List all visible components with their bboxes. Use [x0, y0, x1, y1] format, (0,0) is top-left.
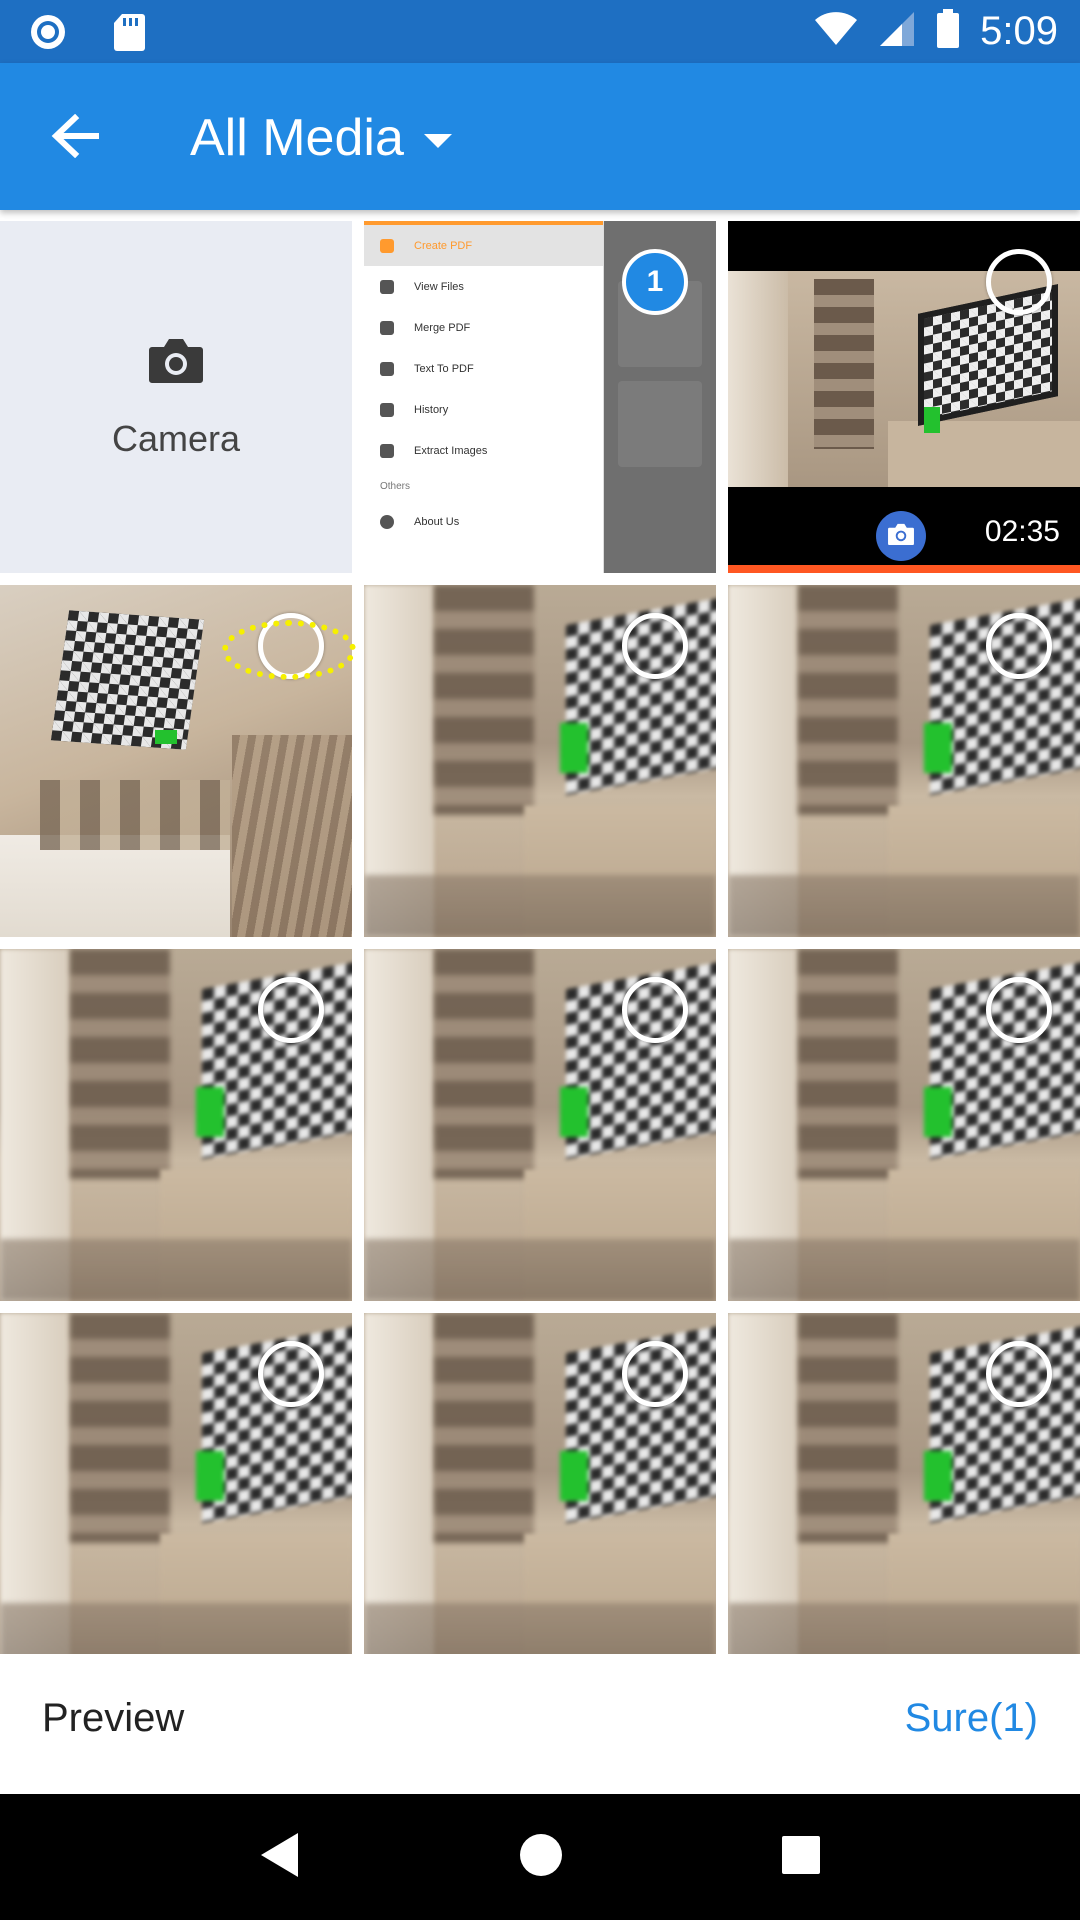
signal-icon [878, 10, 916, 53]
video-progress-bar [728, 565, 1080, 573]
home-circle-icon[interactable] [518, 1832, 564, 1883]
record-icon [28, 12, 68, 57]
caret-down-icon [423, 134, 452, 148]
media-thumbnail[interactable] [728, 585, 1080, 937]
preview-button[interactable]: Preview [42, 1696, 184, 1741]
sd-card-icon [112, 12, 146, 57]
select-circle[interactable] [622, 1341, 688, 1407]
preview-text: About Us [414, 515, 460, 528]
media-thumbnail[interactable] [728, 949, 1080, 1301]
preview-text: Text To PDF [414, 362, 474, 375]
camera-icon [887, 522, 915, 551]
wifi-icon [814, 11, 858, 52]
media-thumbnail[interactable] [364, 585, 716, 937]
camera-label: Camera [111, 417, 241, 459]
system-nav-bar [0, 1794, 1080, 1920]
preview-text: Merge PDF [414, 321, 471, 334]
status-time: 5:09 [980, 9, 1058, 53]
media-thumbnail[interactable] [0, 585, 352, 937]
select-circle[interactable] [986, 613, 1052, 679]
video-camera-badge [876, 511, 926, 561]
select-circle[interactable] [258, 977, 324, 1043]
select-circle[interactable] [622, 613, 688, 679]
preview-text: Extract Images [414, 444, 488, 457]
page-title: All Media [190, 109, 404, 167]
camera-tile[interactable]: Camera [0, 221, 352, 573]
status-bar: 5:09 [0, 0, 1080, 63]
media-thumbnail[interactable] [0, 949, 352, 1301]
media-thumbnail[interactable] [0, 1313, 352, 1665]
media-grid: Camera Create PDF View Files Merge PDF T… [0, 210, 1080, 1665]
back-button[interactable] [40, 103, 110, 173]
media-filter-dropdown[interactable]: All Media [190, 99, 452, 177]
camera-icon [148, 335, 204, 390]
app-bar: All Media [0, 63, 1080, 210]
media-thumbnail-video[interactable]: 02:35 [728, 221, 1080, 573]
select-circle[interactable] [986, 249, 1052, 315]
preview-text: Others [380, 480, 411, 492]
media-thumbnail-screenshot[interactable]: Create PDF View Files Merge PDF Text To … [364, 221, 716, 573]
video-duration: 02:35 [984, 515, 1060, 548]
recents-square-icon[interactable] [780, 1834, 822, 1881]
select-circle[interactable] [986, 1341, 1052, 1407]
media-thumbnail[interactable] [364, 949, 716, 1301]
preview-text: View Files [414, 280, 464, 293]
select-circle[interactable] [258, 1341, 324, 1407]
bottom-action-bar: Preview Sure(1) [0, 1654, 1080, 1794]
arrow-left-icon [51, 113, 100, 163]
confirm-button[interactable]: Sure(1) [905, 1696, 1038, 1741]
select-circle[interactable] [622, 977, 688, 1043]
media-thumbnail[interactable] [728, 1313, 1080, 1665]
select-circle[interactable] [258, 613, 324, 679]
screenshot-preview: Create PDF View Files Merge PDF Text To … [364, 221, 604, 573]
selection-number-badge[interactable]: 1 [622, 249, 688, 315]
preview-text: Create PDF [414, 239, 473, 252]
media-thumbnail[interactable] [364, 1313, 716, 1665]
battery-icon [936, 8, 960, 54]
select-circle[interactable] [986, 977, 1052, 1043]
preview-text: History [414, 403, 449, 416]
back-triangle-icon[interactable] [258, 1830, 302, 1885]
